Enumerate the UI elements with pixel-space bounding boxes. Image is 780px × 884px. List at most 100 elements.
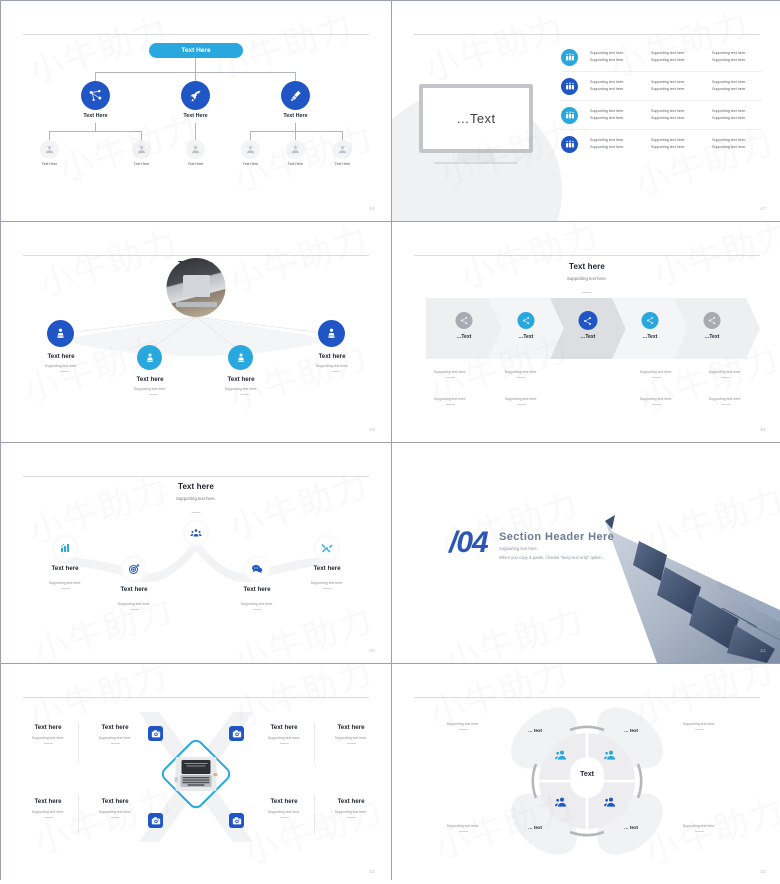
quad-sub-4: Supporting text here. xyxy=(662,824,736,832)
fan-node-1[interactable]: Text here Supporting text here. xyxy=(45,320,94,372)
chevron-caption-5a: Supporting text here. xyxy=(689,370,761,378)
fan-node-2-label: Text here xyxy=(136,376,164,383)
center-label: Text xyxy=(570,757,604,791)
org-node-3[interactable]: Text Here xyxy=(281,81,310,119)
chevron-caption-2b: Supporting text here. xyxy=(485,397,557,405)
slide-wave-flow[interactable]: 小牛助力 小牛助力 小牛助力 小牛助力 Text here Supporting… xyxy=(1,443,391,663)
wave-node-5[interactable]: Text here Supporting text here. xyxy=(311,537,343,589)
org-node-2[interactable]: Text Here xyxy=(181,81,210,119)
section-header-title: Section Header Here xyxy=(499,531,615,543)
person-icon xyxy=(47,320,74,347)
laptop-base xyxy=(175,301,217,307)
org-leaf-4[interactable]: Text Here xyxy=(241,140,260,166)
slide-x-cross[interactable]: 小牛助力 小牛助力 小牛助力 小牛助力 Text here Supporting… xyxy=(1,664,391,884)
quad-icon-top-right[interactable] xyxy=(604,748,618,762)
wave-node-4-label: Text here xyxy=(243,586,271,593)
chevron-shape xyxy=(674,298,760,359)
chevron-caption-4a: Supporting text here. xyxy=(620,370,692,378)
camera-icon[interactable] xyxy=(148,813,163,828)
connector xyxy=(49,131,142,133)
quad-sub-3: Supporting text here. xyxy=(426,824,500,832)
row-col-1: Supporting text here. Supporting text he… xyxy=(590,109,625,120)
team-people-icon xyxy=(561,77,578,95)
chevron-caption-1b: Supporting text here. xyxy=(414,397,486,405)
fan-node-2[interactable]: Text here Supporting text here. xyxy=(134,345,183,395)
x-block-2: Text here Supporting text here. xyxy=(82,724,148,744)
org-node-2-label: Text Here xyxy=(183,113,208,119)
camera-icon[interactable] xyxy=(148,726,163,741)
quad-label-3: … text xyxy=(528,825,543,830)
slide-quad-circle[interactable]: 小牛助力 小牛助力 小牛助力 小牛助力 Text … text … text …… xyxy=(392,664,780,884)
feature-row-list: Supporting text here. Supporting text he… xyxy=(561,43,762,158)
group-people-icon xyxy=(186,140,205,159)
section-supporting-line-2: When you copy & paste, choose "keep text… xyxy=(499,555,603,560)
camera-icon[interactable] xyxy=(229,726,244,741)
connector xyxy=(141,131,143,140)
row-col-2: Supporting text here. Supporting text he… xyxy=(651,109,686,120)
slide-deck: 小牛助力 小牛助力 小牛助力 小牛助力 Text Here Text Here xyxy=(0,0,780,884)
org-node-1-label: Text Here xyxy=(83,113,108,119)
slide-radial-fan[interactable]: 小牛助力 小牛助力 小牛助力 小牛助力 Text here Text here … xyxy=(1,222,391,442)
group-people-icon xyxy=(241,140,260,159)
table-row[interactable]: Supporting text here. Supporting text he… xyxy=(561,101,762,130)
page-title: Text here xyxy=(569,262,605,271)
chevron-step-2-label: …Text xyxy=(518,334,534,340)
connector xyxy=(195,72,197,81)
wave-node-4-sub: Supporting text here. xyxy=(240,602,274,606)
wave-node-2-label: Text here xyxy=(120,586,148,593)
team-people-icon xyxy=(561,48,578,66)
connector xyxy=(342,131,344,140)
slide-monitor-list[interactable]: 小牛助力 小牛助力 小牛助力 小牛助力 …Text Supporting tex… xyxy=(392,1,780,221)
org-leaf-2[interactable]: Text Here xyxy=(132,140,151,166)
row-col-3: Supporting text here. Supporting text he… xyxy=(712,80,747,91)
row-col-2: Supporting text here. Supporting text he… xyxy=(651,80,686,91)
camera-icon[interactable] xyxy=(229,813,244,828)
quad-label-4: … text xyxy=(624,825,639,830)
org-leaf-3[interactable]: Text Here xyxy=(186,140,205,166)
org-root-node[interactable]: Text Here xyxy=(149,43,243,58)
connector xyxy=(250,131,252,140)
org-leaf-1-label: Text Here xyxy=(41,162,58,166)
org-leaf-6[interactable]: Text Here xyxy=(333,140,352,166)
fan-node-3[interactable]: Text here Supporting text here. xyxy=(225,345,274,395)
chevron-caption-2a: Supporting text here. xyxy=(485,370,557,378)
page-number: 18 xyxy=(369,427,375,432)
share-icon xyxy=(703,312,721,329)
x-block-4: Text here Supporting text here. xyxy=(318,724,384,744)
x-block-5: Text here Supporting text here. xyxy=(15,798,81,818)
connector xyxy=(195,58,197,73)
group-people-icon xyxy=(40,140,59,159)
wave-node-2[interactable]: Text here Supporting text here. xyxy=(118,558,150,610)
table-row[interactable]: Supporting text here. Supporting text he… xyxy=(561,43,762,72)
slide-chevron-process[interactable]: 小牛助力 小牛助力 小牛助力 小牛助力 Text here Supporting… xyxy=(392,222,780,442)
org-leaf-5[interactable]: Text Here xyxy=(286,140,305,166)
org-leaf-3-label: Text Here xyxy=(187,162,204,166)
wave-node-3[interactable]: . xyxy=(185,522,207,544)
person-icon xyxy=(137,345,162,370)
slide-org-chart[interactable]: 小牛助力 小牛助力 小牛助力 小牛助力 Text Here Text Here xyxy=(1,1,391,221)
table-row[interactable]: Supporting text here. Supporting text he… xyxy=(561,72,762,101)
person-icon xyxy=(228,345,253,370)
org-node-1[interactable]: Text Here xyxy=(81,81,110,119)
section-supporting-line-1: Supporting text here. xyxy=(499,546,538,551)
chevron-step-3-label: …Text xyxy=(580,334,596,340)
wave-node-1[interactable]: Text here Supporting text here. xyxy=(49,537,81,589)
header-rule xyxy=(23,34,369,35)
target-icon xyxy=(123,558,145,580)
quad-icon-bottom-right[interactable] xyxy=(604,795,618,809)
chevron-caption-4b: Supporting text here. xyxy=(620,397,692,405)
org-leaf-1[interactable]: Text Here xyxy=(40,140,59,166)
chevron-step-5[interactable]: …Text xyxy=(674,298,760,359)
fan-node-4[interactable]: Text here Supporting text here. xyxy=(316,320,365,372)
quad-icon-bottom-left[interactable] xyxy=(555,795,569,809)
quad-sub-1: Supporting text here. xyxy=(426,722,500,730)
org-leaf-5-label: Text Here xyxy=(287,162,304,166)
connector xyxy=(295,131,297,140)
table-row[interactable]: Supporting text here. Supporting text he… xyxy=(561,130,762,158)
section-number: /04 xyxy=(449,526,489,559)
chevron-step-4-label: …Text xyxy=(642,334,658,340)
org-leaf-4-label: Text Here xyxy=(242,162,259,166)
slide-section-header[interactable]: 小牛助力 小牛助力 小牛助力 xyxy=(392,443,780,663)
quad-icon-top-left[interactable] xyxy=(555,748,569,762)
wave-node-4[interactable]: Text here Supporting text here. xyxy=(241,558,273,610)
